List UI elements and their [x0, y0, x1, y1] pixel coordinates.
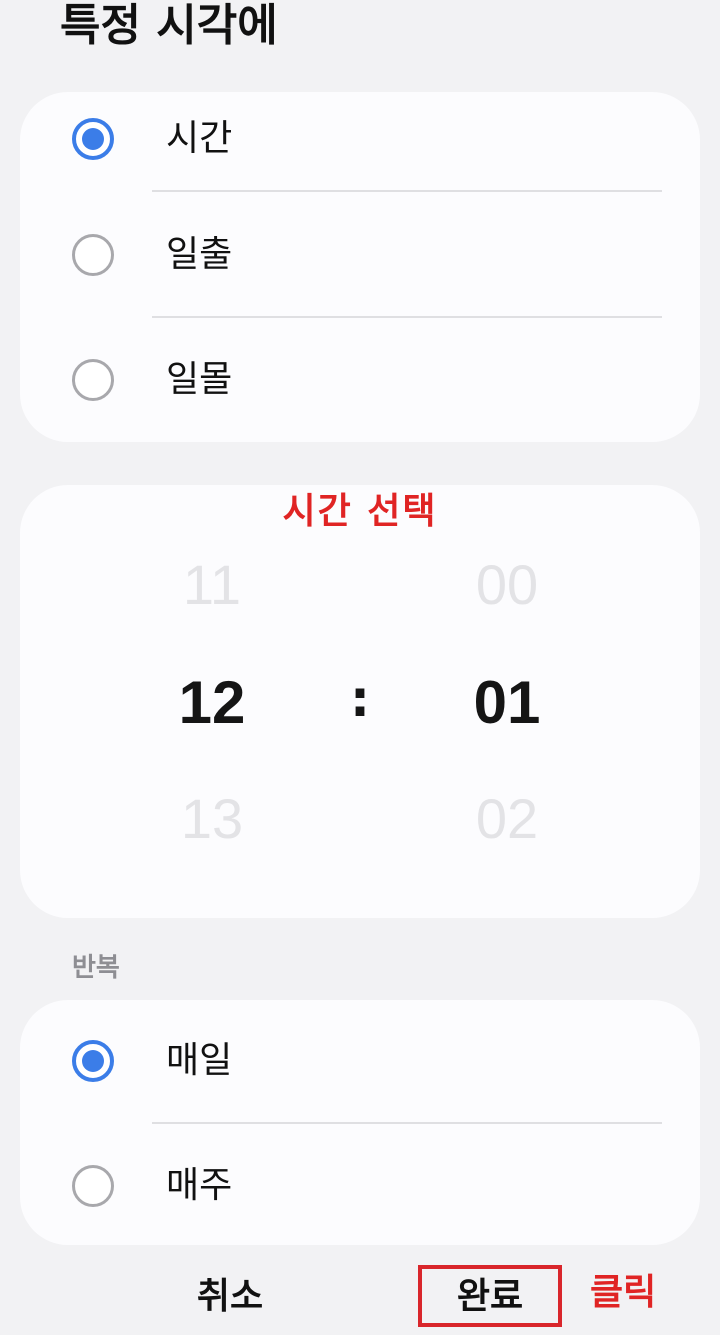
minute-selected[interactable]: 01	[407, 668, 607, 737]
option-label: 시간	[166, 118, 233, 159]
picker-annotation: 시간 선택	[282, 491, 438, 532]
time-type-card: 시간 일출 일몰	[20, 92, 700, 442]
divider	[152, 1122, 662, 1124]
divider	[152, 190, 662, 192]
option-label: 매일	[166, 1040, 233, 1081]
repeat-section-label: 반복	[72, 953, 120, 983]
divider	[152, 316, 662, 318]
alarm-time-screen: 특정 시각에 시간 일출 일몰 시간 선택 11 12 13 : 00 01 0…	[0, 0, 720, 1335]
cancel-button[interactable]: 취소	[150, 1265, 310, 1327]
radio-unchecked-icon[interactable]	[72, 359, 114, 401]
done-button[interactable]: 완료	[418, 1265, 562, 1327]
option-daily[interactable]: 매일	[20, 1011, 700, 1111]
option-label: 일출	[166, 234, 233, 275]
hour-next[interactable]: 13	[112, 786, 312, 851]
radio-unchecked-icon[interactable]	[72, 234, 114, 276]
radio-checked-icon[interactable]	[72, 118, 114, 160]
click-annotation: 클릭	[590, 1272, 657, 1313]
time-separator: :	[350, 670, 370, 728]
repeat-card: 매일 매주	[20, 1000, 700, 1245]
option-label: 일몰	[166, 359, 233, 400]
hour-selected[interactable]: 12	[112, 668, 312, 737]
option-sunset[interactable]: 일몰	[20, 330, 700, 430]
hour-prev[interactable]: 11	[112, 552, 312, 617]
radio-checked-icon[interactable]	[72, 1040, 114, 1082]
option-sunrise[interactable]: 일출	[20, 205, 700, 305]
minute-prev[interactable]: 00	[407, 552, 607, 617]
option-time[interactable]: 시간	[20, 89, 700, 189]
radio-unchecked-icon[interactable]	[72, 1165, 114, 1207]
option-label: 매주	[166, 1165, 233, 1206]
page-title: 특정 시각에	[60, 0, 278, 51]
minute-next[interactable]: 02	[407, 786, 607, 851]
option-weekly[interactable]: 매주	[20, 1136, 700, 1236]
